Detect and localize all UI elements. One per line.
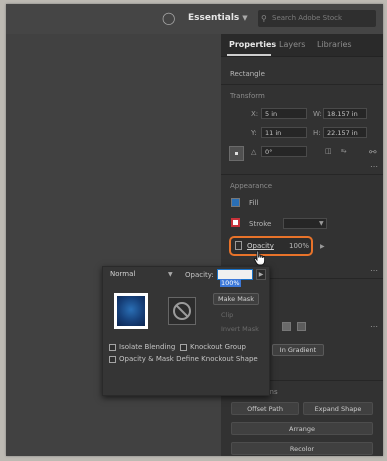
- lightbulb-icon[interactable]: ◯: [162, 11, 175, 25]
- opacity-mask-knockout-label: Opacity & Mask Define Knockout Shape: [119, 355, 258, 363]
- divider: [221, 84, 383, 85]
- stock-search-placeholder: Search Adobe Stock: [272, 14, 343, 22]
- tab-layers[interactable]: Layers: [279, 40, 305, 49]
- chevron-down-icon: ▼: [168, 271, 173, 278]
- app-bar: ◯ Essentials ▼ ⚲ Search Adobe Stock: [6, 4, 383, 34]
- fill-label: Fill: [249, 199, 259, 207]
- hand-pointer-icon: [253, 250, 266, 266]
- blend-mode-value: Normal: [110, 270, 136, 278]
- x-label: X:: [251, 110, 259, 118]
- stock-search-input[interactable]: ⚲ Search Adobe Stock: [258, 10, 376, 27]
- rotate-field[interactable]: 0°: [261, 146, 307, 157]
- mask-thumbnail-icon[interactable]: [297, 322, 306, 331]
- opacity-swatch-icon: [235, 241, 242, 250]
- invert-mask-label: Invert Mask: [221, 325, 259, 333]
- y-label: Y:: [251, 129, 257, 137]
- y-value: 11 in: [265, 129, 282, 137]
- w-label: W:: [313, 110, 322, 118]
- make-mask-button[interactable]: Make Mask: [213, 293, 259, 305]
- tab-libraries[interactable]: Libraries: [317, 40, 352, 49]
- stroke-label: Stroke: [249, 220, 272, 228]
- thumbnail-artwork: [117, 296, 145, 326]
- y-field[interactable]: 11 in: [261, 127, 307, 138]
- stroke-swatch[interactable]: [231, 218, 240, 227]
- fill-swatch[interactable]: [231, 198, 240, 207]
- blend-mode-select[interactable]: Normal ▼: [110, 270, 176, 281]
- object-thumbnail[interactable]: [114, 293, 148, 329]
- recolor-button[interactable]: Recolor: [231, 442, 373, 455]
- x-field[interactable]: 5 in: [261, 108, 307, 119]
- mask-chain-icon[interactable]: [282, 322, 291, 331]
- object-type-label: Rectangle: [230, 70, 265, 78]
- more-options-icon[interactable]: ⋯: [370, 266, 379, 275]
- offset-path-button[interactable]: Offset Path: [231, 402, 299, 415]
- gradient-button[interactable]: In Gradient: [272, 344, 324, 356]
- isolate-blending-label: Isolate Blending: [119, 343, 176, 351]
- opacity-value: 100%: [289, 242, 310, 250]
- more-options-icon[interactable]: ⋯: [370, 162, 379, 171]
- w-value: 18.157 in: [327, 110, 358, 118]
- knockout-group-checkbox[interactable]: [180, 344, 187, 351]
- popup-opacity-label: Opacity:: [185, 271, 214, 279]
- transform-section-title: Transform: [230, 92, 265, 100]
- search-icon: ⚲: [261, 14, 267, 23]
- workspace-label: Essentials: [188, 13, 240, 23]
- more-options-icon[interactable]: ⋯: [370, 322, 379, 331]
- transparency-popup: Normal ▼ Opacity: 100% ▶ Make Mask Clip …: [102, 266, 270, 396]
- flip-horizontal-icon[interactable]: ◫: [325, 147, 332, 155]
- opacity-label[interactable]: Opacity: [247, 242, 274, 250]
- flip-vertical-icon[interactable]: ⥱: [341, 147, 347, 156]
- chevron-right-icon[interactable]: ▶: [256, 269, 266, 280]
- chevron-down-icon: ▼: [242, 14, 248, 22]
- no-mask-thumbnail[interactable]: [168, 297, 196, 325]
- app-window: ◯ Essentials ▼ ⚲ Search Adobe Stock Prope…: [6, 4, 383, 456]
- opacity-control[interactable]: Opacity 100%: [229, 236, 313, 256]
- constrain-proportions-icon[interactable]: ⚯: [369, 148, 377, 158]
- popup-opacity-field[interactable]: 100%: [217, 269, 253, 287]
- rotate-value: 0°: [265, 148, 273, 156]
- h-value: 22.157 in: [327, 129, 358, 137]
- w-field[interactable]: 18.157 in: [323, 108, 367, 119]
- panel-tab-bar: Properties Layers Libraries: [221, 34, 383, 57]
- appearance-section-title: Appearance: [230, 182, 273, 190]
- chevron-right-icon[interactable]: ▶: [320, 243, 325, 250]
- popup-opacity-value: 100%: [220, 279, 241, 287]
- knockout-group-label: Knockout Group: [190, 343, 246, 351]
- arrange-button[interactable]: Arrange: [231, 422, 373, 435]
- rotate-icon: △: [251, 148, 257, 156]
- isolate-blending-checkbox[interactable]: [109, 344, 116, 351]
- opacity-mask-knockout-checkbox[interactable]: [109, 356, 116, 363]
- x-value: 5 in: [265, 110, 278, 118]
- h-field[interactable]: 22.157 in: [323, 127, 367, 138]
- divider: [221, 174, 383, 175]
- reference-point-icon[interactable]: [229, 146, 244, 161]
- clip-label: Clip: [221, 311, 234, 319]
- chevron-down-icon[interactable]: ▼: [319, 220, 324, 227]
- h-label: H:: [313, 129, 321, 137]
- no-mask-icon: [173, 302, 191, 320]
- tab-properties[interactable]: Properties: [229, 40, 276, 49]
- expand-shape-button[interactable]: Expand Shape: [303, 402, 373, 415]
- workspace-switcher[interactable]: Essentials ▼: [188, 13, 248, 23]
- active-tab-indicator: [227, 54, 271, 56]
